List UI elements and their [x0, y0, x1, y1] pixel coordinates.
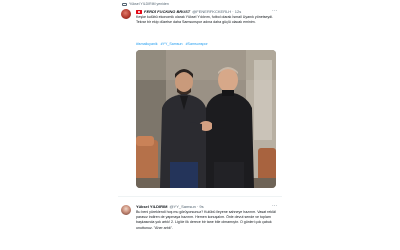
- tweet-header: FERDİ FUCKING BRUST @FENERFKCKERLH · 12s: [136, 9, 241, 14]
- hashtag-link[interactable]: #ismailuyanik: [136, 42, 158, 46]
- tweet-quoted[interactable]: Yüksel YILDIRIM yeniden FERDİ FUCKING BR…: [0, 0, 400, 195]
- author-name[interactable]: Yüksel YILDIRIM: [136, 204, 168, 209]
- tweet-text: Bu beni yüreklendi hoş mu görüyorsunuz? …: [136, 210, 276, 230]
- retweet-indicator[interactable]: Yüksel YILDIRIM yeniden: [122, 2, 169, 6]
- tweet-text: Keşke kulübü ekonomik olarak Yüksel Yıld…: [136, 15, 274, 25]
- author-handle[interactable]: @YY_Samsun · 9s: [170, 204, 204, 209]
- divider: [118, 196, 282, 197]
- hashtags: #ismailuyanik #YY_Samsun #Samsunspor: [136, 42, 210, 46]
- more-icon[interactable]: ···: [272, 203, 277, 209]
- author-handle[interactable]: @FENERFKCKERLH · 12s: [192, 9, 241, 14]
- tweet-header: Yüksel YILDIRIM @YY_Samsun · 9s: [136, 204, 204, 209]
- hashtag-link[interactable]: #YY_Samsun: [161, 42, 183, 46]
- author-name[interactable]: FERDİ FUCKING BRUST: [144, 9, 190, 14]
- retweet-icon: [122, 2, 127, 6]
- turkish-flag-icon: [136, 9, 142, 14]
- avatar[interactable]: [121, 205, 131, 215]
- avatar[interactable]: [121, 9, 131, 19]
- hashtag-link[interactable]: #Samsunspor: [186, 42, 208, 46]
- retweet-label: Yüksel YILDIRIM yeniden: [129, 2, 169, 6]
- photo-illustration: [136, 50, 276, 188]
- more-icon[interactable]: ···: [272, 8, 278, 14]
- tweet-photo[interactable]: [136, 50, 276, 188]
